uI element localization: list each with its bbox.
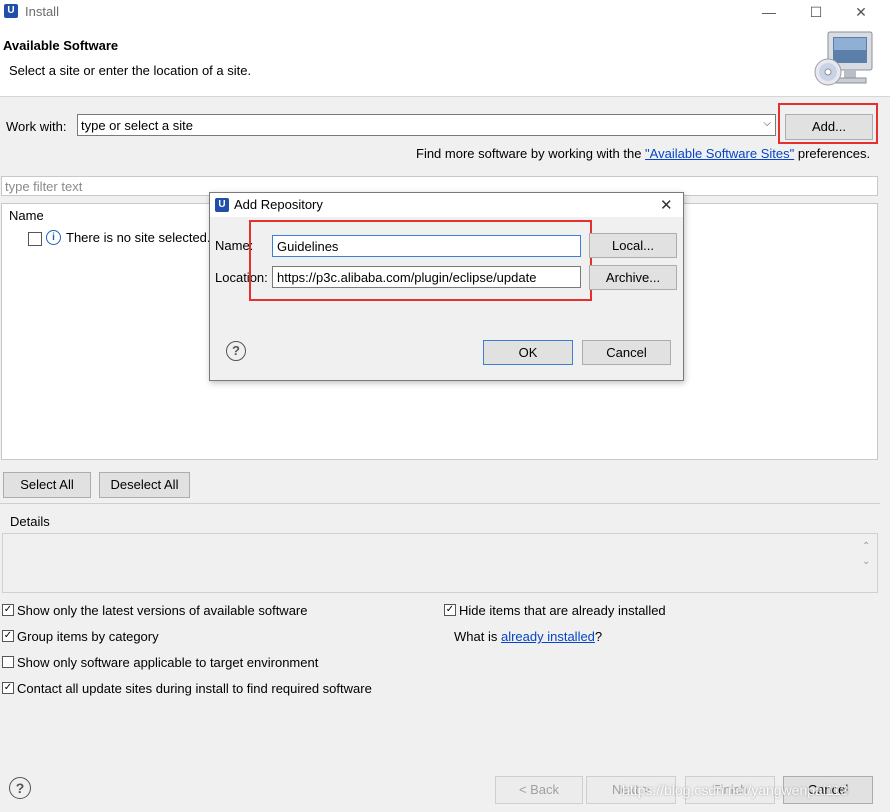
group-by-category-checkbox[interactable]: ✓	[2, 630, 14, 642]
minimize-button[interactable]: —	[757, 2, 781, 22]
already-installed-link[interactable]: already installed	[501, 629, 595, 644]
scroll-up-icon[interactable]: ⌃	[862, 541, 870, 552]
watermark: https://blog.csdn.net/yangwenpai113	[622, 782, 849, 798]
add-button[interactable]: Add...	[785, 114, 873, 140]
group-by-category-label: Group items by category	[17, 629, 159, 644]
list-item: There is no site selected.	[66, 230, 211, 245]
find-more-prefix: Find more software by working with the	[416, 146, 646, 161]
details-panel	[2, 533, 878, 593]
dialog-title: Add Repository	[234, 197, 323, 212]
dialog-app-icon: U	[215, 198, 229, 212]
work-with-label: Work with:	[6, 119, 67, 134]
chevron-down-icon[interactable]: ⌵	[763, 118, 771, 129]
ok-button[interactable]: OK	[483, 340, 573, 365]
work-with-value: type or select a site	[81, 118, 193, 133]
info-icon: i	[46, 230, 61, 245]
maximize-button[interactable]: ☐	[804, 2, 828, 22]
filter-placeholder: type filter text	[5, 179, 83, 194]
hide-installed-label: Hide items that are already installed	[459, 603, 666, 618]
contact-sites-checkbox[interactable]: ✓	[2, 682, 14, 694]
find-more-text: Find more software by working with the "…	[416, 146, 870, 161]
install-computer-icon	[814, 31, 873, 86]
details-label: Details	[10, 514, 50, 529]
available-sites-link[interactable]: "Available Software Sites"	[645, 146, 794, 161]
app-icon: U	[4, 4, 18, 18]
applicable-only-label: Show only software applicable to target …	[17, 655, 319, 670]
work-with-combo[interactable]: type or select a site ⌵	[77, 114, 776, 136]
dialog-help-icon[interactable]: ?	[226, 341, 246, 361]
divider	[0, 503, 880, 504]
archive-button[interactable]: Archive...	[589, 265, 677, 290]
select-all-button[interactable]: Select All	[3, 472, 91, 498]
column-header-name[interactable]: Name	[9, 208, 44, 223]
row-checkbox[interactable]	[28, 232, 42, 246]
find-more-suffix: preferences.	[794, 146, 871, 161]
dialog-cancel-button[interactable]: Cancel	[582, 340, 671, 365]
what-is-installed-text: What is already installed?	[454, 629, 602, 644]
what-is-suffix: ?	[594, 629, 603, 644]
hide-installed-checkbox[interactable]: ✓	[444, 604, 456, 616]
local-button[interactable]: Local...	[589, 233, 677, 258]
latest-versions-label: Show only the latest versions of availab…	[17, 603, 308, 618]
back-button[interactable]: < Back	[495, 776, 583, 804]
deselect-all-button[interactable]: Deselect All	[99, 472, 190, 498]
page-subtitle: Select a site or enter the location of a…	[9, 63, 252, 78]
name-label: Name:	[215, 238, 254, 253]
window-title: Install	[25, 4, 59, 19]
scroll-down-icon[interactable]: ⌄	[862, 556, 870, 567]
dialog-close-icon[interactable]: ✕	[660, 196, 673, 214]
page-title: Available Software	[3, 38, 119, 53]
applicable-only-checkbox[interactable]	[2, 656, 14, 668]
wizard-header	[0, 24, 890, 97]
highlight-box-fields	[249, 220, 592, 301]
latest-versions-checkbox[interactable]: ✓	[2, 604, 14, 616]
contact-sites-label: Contact all update sites during install …	[17, 681, 372, 696]
what-is-prefix: What is	[454, 629, 501, 644]
help-icon[interactable]: ?	[9, 777, 31, 799]
close-button[interactable]: ✕	[849, 2, 873, 22]
